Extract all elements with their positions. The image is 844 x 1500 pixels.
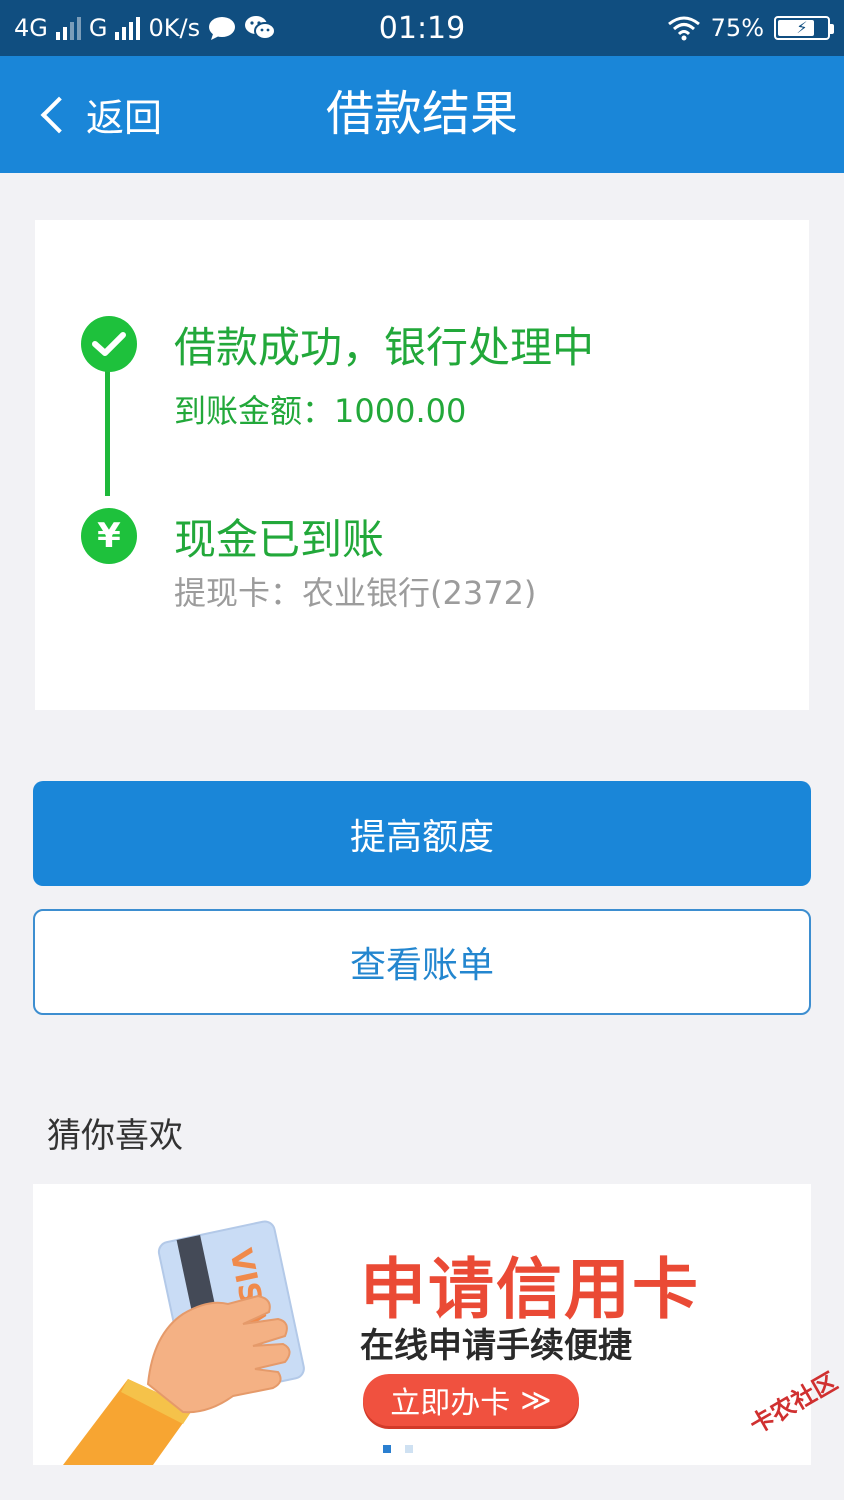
step-arrived-title: 现金已到账 — [174, 515, 385, 564]
status-right: 75% ⚡ — [667, 14, 834, 42]
status-bar: 4G G 0K/s 01:19 75% ⚡ — [0, 0, 844, 56]
hand-holding-card-illustration: VISA — [63, 1220, 305, 1465]
step-success-title: 借款成功，银行处理中 — [174, 323, 595, 372]
wechat-icon — [245, 16, 277, 40]
battery-icon: ⚡ — [774, 16, 834, 40]
signal-icon — [55, 16, 81, 40]
charging-icon: ⚡ — [796, 18, 808, 37]
recommend-section-title: 猜你喜欢 — [47, 1116, 183, 1156]
chevron-left-icon — [40, 96, 78, 133]
step-arrived-card: 提现卡：农业银行(2372) — [174, 574, 537, 612]
apply-card-button[interactable]: 立即办卡 ≫ — [363, 1374, 579, 1426]
progress-line — [105, 370, 110, 496]
carousel-dots[interactable] — [383, 1445, 413, 1453]
signal-icon-2 — [115, 16, 141, 40]
nav-bar: 返回 借款结果 — [0, 56, 844, 173]
double-chevron-right-icon: ≫ — [520, 1382, 552, 1418]
raise-limit-button[interactable]: 提高额度 — [33, 781, 811, 886]
carousel-dot[interactable] — [405, 1445, 413, 1453]
status-left: 4G G 0K/s — [14, 14, 277, 42]
credit-card-banner[interactable]: VISA 申请信用卡 在线申请手续便捷 立即办卡 ≫ — [33, 1184, 811, 1465]
carousel-dot[interactable] — [383, 1445, 391, 1453]
apply-card-label: 立即办卡 — [390, 1386, 511, 1421]
yuan-icon: ¥ — [81, 508, 137, 564]
view-bill-button[interactable]: 查看账单 — [33, 909, 811, 1015]
step-success-amount: 到账金额：1000.00 — [174, 392, 467, 430]
wifi-icon — [667, 16, 700, 41]
checkmark-icon — [81, 316, 137, 372]
back-label: 返回 — [86, 96, 163, 140]
network-type-4g: 4G — [14, 14, 48, 42]
back-button[interactable]: 返回 — [36, 56, 162, 173]
network-speed: 0K/s — [148, 14, 201, 42]
banner-subline: 在线申请手续便捷 — [360, 1326, 632, 1366]
chat-bubble-icon — [209, 17, 236, 40]
network-type-g: G — [88, 14, 108, 42]
result-card — [35, 220, 809, 710]
battery-percent: 75% — [710, 14, 764, 42]
